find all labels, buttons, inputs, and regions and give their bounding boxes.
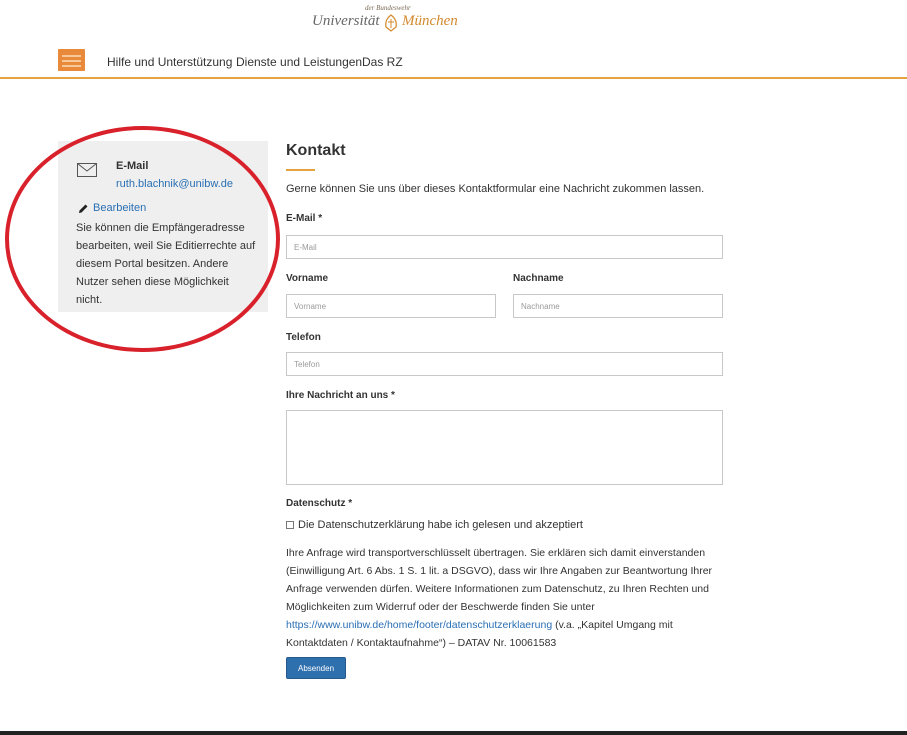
form-intro: Gerne können Sie uns über dieses Kontakt… [286, 183, 705, 195]
privacy-label: Datenschutz * [286, 498, 353, 509]
crest-icon [385, 14, 397, 32]
edit-button[interactable]: Bearbeiten [78, 202, 146, 214]
envelope-icon [77, 163, 97, 177]
firstname-field[interactable] [286, 294, 496, 318]
message-field[interactable] [286, 410, 723, 485]
rz-logo-icon[interactable] [58, 49, 85, 71]
firstname-label: Vorname [286, 273, 329, 284]
submit-button[interactable]: Absenden [286, 657, 346, 679]
lastname-label: Nachname [513, 273, 564, 284]
logo-city-text: München [402, 13, 458, 29]
page-title: Kontakt [286, 142, 346, 159]
privacy-checkbox-row[interactable]: Die Datenschutzerklärung habe ich gelese… [286, 519, 583, 531]
edit-label: Bearbeiten [93, 202, 147, 214]
email-link[interactable]: ruth.blachnik@unibw.de [116, 178, 233, 190]
edit-note: Sie können die Empfängeradresse bearbeit… [76, 222, 256, 306]
footer-bar [0, 731, 907, 735]
legal-notice: Ihre Anfrage wird transportverschlüsselt… [286, 544, 726, 652]
privacy-checkbox[interactable] [286, 521, 294, 529]
pencil-icon [79, 204, 88, 213]
university-logo[interactable]: der Bundeswehr Universität München [312, 4, 472, 34]
nav-item-rz[interactable]: Das RZ [362, 55, 403, 69]
message-label: Ihre Nachricht an uns * [286, 390, 395, 401]
email-field[interactable] [286, 235, 723, 259]
privacy-policy-link[interactable]: https://www.unibw.de/home/footer/datensc… [286, 619, 552, 631]
privacy-checkbox-label: Die Datenschutzerklärung habe ich gelese… [298, 519, 583, 531]
main-navigation: Hilfe und Unterstützung Dienste und Leis… [0, 46, 907, 79]
nav-item-help[interactable]: Hilfe und Unterstützung [107, 55, 232, 69]
contact-card: E-Mail ruth.blachnik@unibw.de Bearbeiten… [58, 141, 268, 312]
logo-subtitle: der Bundeswehr [365, 4, 411, 12]
nav-item-services[interactable]: Dienste und Leistungen [236, 55, 362, 69]
phone-field[interactable] [286, 352, 723, 376]
logo-university-text: Universität [312, 13, 380, 29]
legal-text: Ihre Anfrage wird transportverschlüsselt… [286, 547, 713, 613]
phone-label: Telefon [286, 332, 321, 343]
email-label: E-Mail [116, 160, 149, 172]
lastname-field[interactable] [513, 294, 723, 318]
email-field-label: E-Mail * [286, 213, 323, 224]
title-underline [286, 169, 315, 171]
